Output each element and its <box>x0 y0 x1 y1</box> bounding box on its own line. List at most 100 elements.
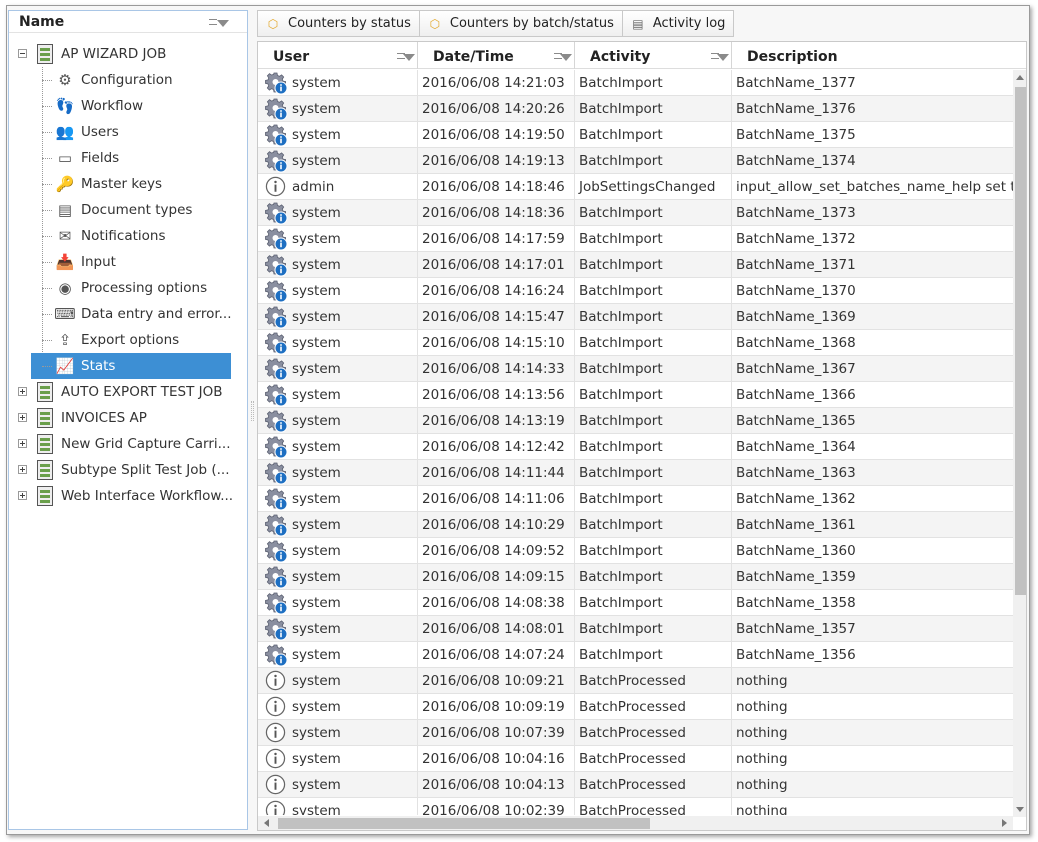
system-gear-info-icon <box>264 383 288 407</box>
table-row[interactable]: system 2016/06/08 10:07:39 BatchProcessed n… <box>258 720 1013 746</box>
column-header-user[interactable]: User <box>258 42 418 69</box>
user-name: system <box>292 75 341 91</box>
horizontal-scrollbar[interactable] <box>258 816 1013 830</box>
tab-counters-by-status[interactable]: ⬡ Counters by status <box>257 10 420 37</box>
table-row[interactable]: system 2016/06/08 14:19:50 BatchImport Batc… <box>258 122 1013 148</box>
system-gear-info-icon <box>264 149 288 173</box>
activity-value: BatchImport <box>579 647 663 663</box>
expand-icon[interactable] <box>18 413 27 422</box>
user-cell: system <box>262 460 418 486</box>
activity-value: BatchProcessed <box>579 751 686 767</box>
table-row[interactable]: system 2016/06/08 14:13:19 BatchImport Batc… <box>258 408 1013 434</box>
tree-item-users[interactable]: 👥 Users <box>31 119 231 145</box>
table-row[interactable]: system 2016/06/08 10:09:21 BatchProcessed n… <box>258 668 1013 694</box>
scroll-left-arrow-icon[interactable] <box>264 819 269 827</box>
tree-item-label: Stats <box>81 358 116 374</box>
activity-value: BatchImport <box>579 309 663 325</box>
tree-item-processing-options[interactable]: ◉ Processing options <box>31 275 231 301</box>
table-row[interactable]: system 2016/06/08 14:17:01 BatchImport Batc… <box>258 252 1013 278</box>
table-row[interactable]: system 2016/06/08 14:12:42 BatchImport Batc… <box>258 434 1013 460</box>
table-row[interactable]: system 2016/06/08 14:15:47 BatchImport Batc… <box>258 304 1013 330</box>
tree-item-input[interactable]: 📥 Input <box>31 249 231 275</box>
tree-header[interactable]: Name <box>9 11 247 33</box>
scroll-right-arrow-icon[interactable] <box>1002 819 1007 827</box>
table-row[interactable]: system 2016/06/08 14:16:24 BatchImport Batc… <box>258 278 1013 304</box>
table-row[interactable]: admin 2016/06/08 14:18:46 JobSettingsChang… <box>258 174 1013 200</box>
system-gear-info-icon <box>264 461 288 485</box>
panel-splitter[interactable] <box>251 401 254 421</box>
table-row[interactable]: system 2016/06/08 14:11:06 BatchImport Batc… <box>258 486 1013 512</box>
table-row[interactable]: system 2016/06/08 14:11:44 BatchImport Batc… <box>258 460 1013 486</box>
table-row[interactable]: system 2016/06/08 14:07:24 BatchImport Batc… <box>258 642 1013 668</box>
tree-item-stats[interactable]: 📈 Stats <box>31 353 231 379</box>
user-cell: system <box>262 226 418 252</box>
user-name: system <box>292 361 341 377</box>
table-row[interactable]: system 2016/06/08 14:09:52 BatchImport Batc… <box>258 538 1013 564</box>
table-row[interactable]: system 2016/06/08 14:18:36 BatchImport Batc… <box>258 200 1013 226</box>
table-row[interactable]: system 2016/06/08 14:10:29 BatchImport Batc… <box>258 512 1013 538</box>
tree-job-4[interactable]: Subtype Split Test Job (... <box>9 457 247 483</box>
table-row[interactable]: system 2016/06/08 14:20:26 BatchImport Batc… <box>258 96 1013 122</box>
vertical-scrollbar[interactable] <box>1013 70 1026 817</box>
tree-item-master-keys[interactable]: 🔑 Master keys <box>31 171 231 197</box>
activity-value: JobSettingsChanged <box>579 179 716 195</box>
tree-job-1[interactable]: AUTO EXPORT TEST JOB <box>9 379 247 405</box>
description-cell: BatchName_1366 <box>732 382 1013 408</box>
table-row[interactable]: system 2016/06/08 14:08:38 BatchImport Batc… <box>258 590 1013 616</box>
tree-item-configuration[interactable]: ⚙ Configuration <box>31 67 231 93</box>
user-cell: system <box>262 96 418 122</box>
column-header-datetime[interactable]: Date/Time <box>418 42 575 69</box>
tree-job-5[interactable]: Web Interface Workflow... <box>9 483 247 509</box>
table-row[interactable]: system 2016/06/08 10:02:39 BatchProcessed n… <box>258 798 1013 815</box>
scroll-up-arrow-icon[interactable] <box>1016 75 1024 80</box>
system-gear-info-icon <box>264 227 288 251</box>
footprints-icon: 👣 <box>55 97 75 115</box>
collapse-icon[interactable] <box>18 49 27 58</box>
tree-job-3[interactable]: New Grid Capture Carri... <box>9 431 247 457</box>
table-row[interactable]: system 2016/06/08 10:09:19 BatchProcessed n… <box>258 694 1013 720</box>
scroll-down-arrow-icon[interactable] <box>1016 807 1024 812</box>
column-header-description[interactable]: Description <box>732 42 1026 69</box>
table-row[interactable]: system 2016/06/08 10:04:16 BatchProcessed n… <box>258 746 1013 772</box>
tree-item-workflow[interactable]: 👣 Workflow <box>31 93 231 119</box>
activity-value: BatchImport <box>579 75 663 91</box>
user-cell: system <box>262 564 418 590</box>
column-header-activity[interactable]: Activity <box>575 42 732 69</box>
description-value: BatchName_1365 <box>736 413 856 429</box>
horizontal-scroll-thumb[interactable] <box>278 818 650 829</box>
expand-icon[interactable] <box>18 465 27 474</box>
column-header-label: Date/Time <box>433 49 514 65</box>
user-cell: system <box>262 746 418 772</box>
datetime-value: 2016/06/08 10:04:13 <box>422 777 565 793</box>
activity-cell: BatchImport <box>575 330 732 356</box>
user-name: system <box>292 699 341 715</box>
tree-item-data-entry-and-error[interactable]: ⌨ Data entry and error... <box>31 301 232 327</box>
table-row[interactable]: system 2016/06/08 14:19:13 BatchImport Batc… <box>258 148 1013 174</box>
expand-icon[interactable] <box>18 439 27 448</box>
expand-icon[interactable] <box>18 387 27 396</box>
table-row[interactable]: system 2016/06/08 14:09:15 BatchImport Batc… <box>258 564 1013 590</box>
table-row[interactable]: system 2016/06/08 10:04:13 BatchProcessed n… <box>258 772 1013 798</box>
table-row[interactable]: system 2016/06/08 14:13:56 BatchImport Batc… <box>258 382 1013 408</box>
vertical-scroll-thumb[interactable] <box>1015 87 1026 595</box>
tree-job-0[interactable]: AP WIZARD JOB <box>9 41 247 67</box>
tree-item-label: Fields <box>81 150 120 166</box>
tab-activity-log[interactable]: ▤ Activity log <box>621 10 735 37</box>
description-cell: BatchName_1374 <box>732 148 1013 174</box>
table-row[interactable]: system 2016/06/08 14:21:03 BatchImport Batc… <box>258 70 1013 96</box>
grid-body: system 2016/06/08 14:21:03 BatchImport Batc… <box>258 70 1013 815</box>
user-cell: system <box>262 122 418 148</box>
activity-cell: BatchImport <box>575 460 732 486</box>
tree-job-label: INVOICES AP <box>61 410 147 426</box>
tree-job-2[interactable]: INVOICES AP <box>9 405 247 431</box>
tree-item-document-types[interactable]: ▤ Document types <box>31 197 231 223</box>
tree-item-notifications[interactable]: ✉ Notifications <box>31 223 231 249</box>
table-row[interactable]: system 2016/06/08 14:08:01 BatchImport Batc… <box>258 616 1013 642</box>
table-row[interactable]: system 2016/06/08 14:15:10 BatchImport Batc… <box>258 330 1013 356</box>
tree-item-fields[interactable]: ▭ Fields <box>31 145 231 171</box>
table-row[interactable]: system 2016/06/08 14:14:33 BatchImport Batc… <box>258 356 1013 382</box>
tab-counters-by-batch-status[interactable]: ⬡ Counters by batch/status <box>418 10 623 37</box>
tree-item-export-options[interactable]: ⇪ Export options <box>31 327 231 353</box>
expand-icon[interactable] <box>18 491 27 500</box>
table-row[interactable]: system 2016/06/08 14:17:59 BatchImport Batc… <box>258 226 1013 252</box>
